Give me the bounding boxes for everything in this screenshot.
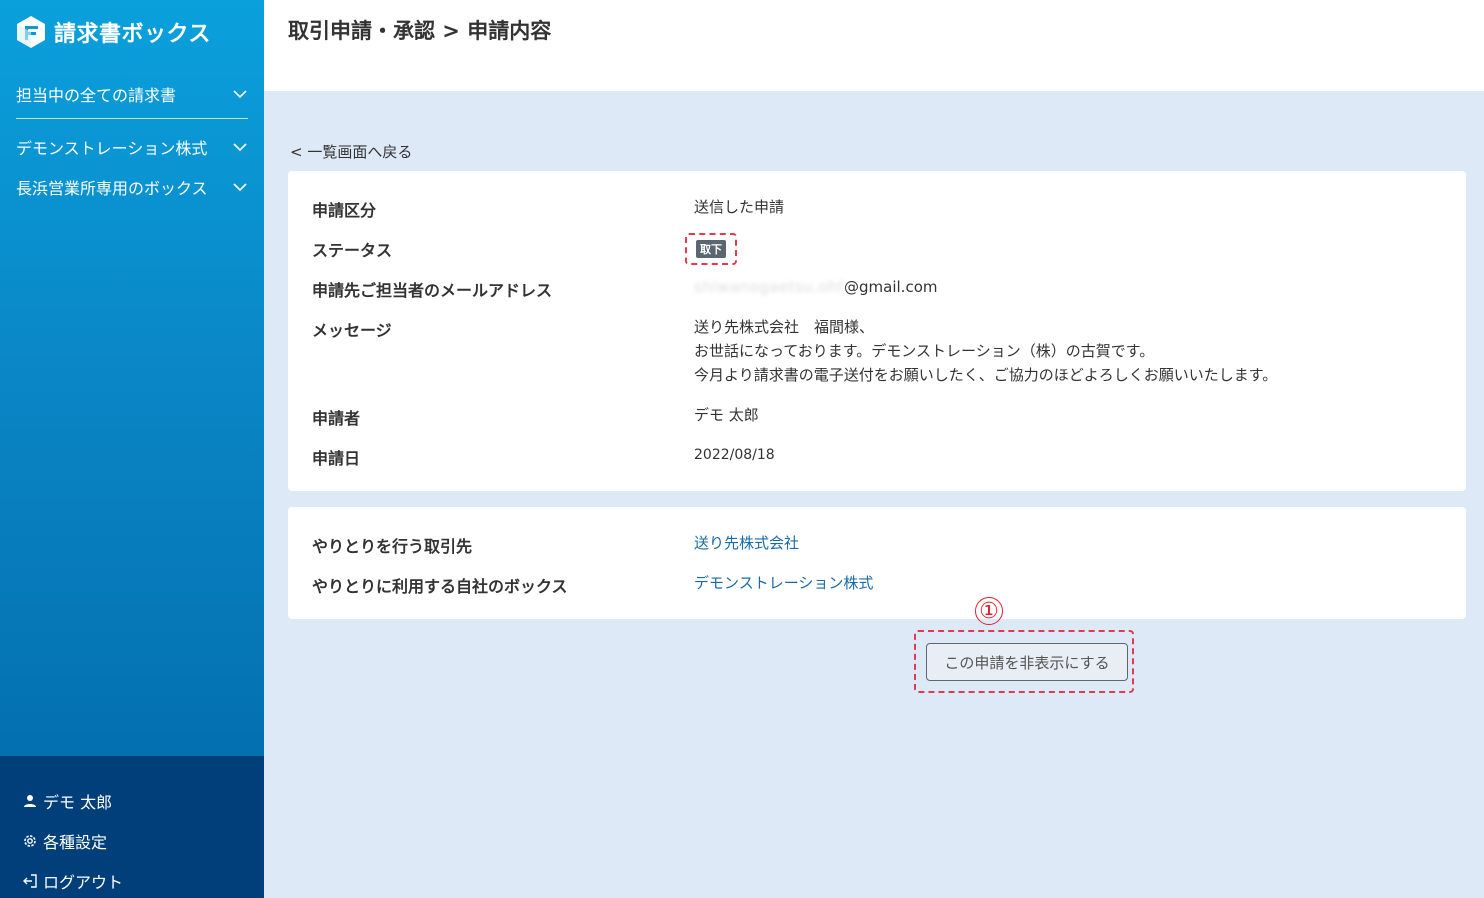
message-line: 送り先株式会社 福間様、 <box>694 318 875 336</box>
logout-link[interactable]: ログアウト <box>22 869 123 893</box>
logo-icon <box>17 16 45 48</box>
status-highlight: 取下 <box>685 233 737 265</box>
chevron-down-icon <box>233 143 247 152</box>
sidebar-item-label: デモンストレーション株式 <box>16 139 208 158</box>
user-menu[interactable]: デモ 太郎 <box>22 789 112 813</box>
app-logo[interactable]: 請求書ボックス <box>14 14 211 50</box>
page-header: 取引申請・承認 > 申請内容 <box>264 0 1484 91</box>
sidebar-item-label: 長浜営業所専用のボックス <box>16 179 208 198</box>
box-link[interactable]: デモンストレーション株式 <box>694 571 873 595</box>
partner-link[interactable]: 送り先株式会社 <box>694 531 799 555</box>
logout-label: ログアウト <box>43 873 124 892</box>
date-label: 申請日 <box>312 449 361 468</box>
user-icon <box>24 795 36 807</box>
settings-label: 各種設定 <box>43 833 108 852</box>
back-to-list-link[interactable]: < 一覧画面へ戻る <box>290 141 412 162</box>
applicant-value: デモ 太郎 <box>694 406 759 424</box>
application-details-card: 申請区分 送信した申請 ステータス 取下 申請先ご担当者のメールアドレス shi… <box>288 171 1466 491</box>
partner-label: やりとりを行う取引先 <box>312 537 473 556</box>
date-value: 2022/08/18 <box>694 447 775 463</box>
email-label: 申請先ご担当者のメールアドレス <box>312 281 553 300</box>
logout-icon <box>23 874 37 888</box>
annotation-marker: ① <box>975 597 1003 625</box>
message-line: お世話になっております。デモンストレーション（株）の古賀です。 <box>694 342 1155 360</box>
gear-icon <box>24 835 36 847</box>
category-label: 申請区分 <box>312 201 377 220</box>
page-title: 取引申請・承認 > 申請内容 <box>288 19 552 43</box>
sidebar-footer: デモ 太郎 各種設定 ログアウト <box>0 756 264 898</box>
hide-application-button[interactable]: この申請を非表示にする <box>926 643 1128 681</box>
partner-info-card: やりとりを行う取引先 送り先株式会社 やりとりに利用する自社のボックス デモンス… <box>288 507 1466 619</box>
chevron-down-icon <box>233 90 247 99</box>
sidebar-divider <box>16 118 248 119</box>
message-value: 送り先株式会社 福間様、 お世話になっております。デモンストレーション（株）の古… <box>694 315 1277 387</box>
status-label: ステータス <box>312 241 393 260</box>
sidebar-item-nagahama-box[interactable]: 長浜営業所専用のボックス <box>16 172 248 202</box>
status-badge: 取下 <box>696 240 726 258</box>
sidebar-item-all-invoices[interactable]: 担当中の全ての請求書 <box>16 79 248 109</box>
sidebar-item-demonstration[interactable]: デモンストレーション株式 <box>16 132 248 162</box>
box-label: やりとりに利用する自社のボックス <box>312 577 568 596</box>
user-name: デモ 太郎 <box>43 793 113 812</box>
category-value: 送信した申請 <box>694 198 785 216</box>
message-line: 今月より請求書の電子送付をお願いしたく、ご協力のほどよろしくお願いいたします。 <box>694 366 1278 384</box>
chevron-down-icon <box>233 183 247 192</box>
settings-link[interactable]: 各種設定 <box>22 829 107 853</box>
applicant-label: 申請者 <box>312 409 361 428</box>
sidebar-item-label: 担当中の全ての請求書 <box>16 86 177 105</box>
email-local-part-redacted: shiwanogaetsu.ohf <box>694 278 845 296</box>
app-title: 請求書ボックス <box>54 22 211 47</box>
email-domain: @gmail.com <box>844 278 938 296</box>
message-label: メッセージ <box>312 321 392 340</box>
sidebar: 請求書ボックス 担当中の全ての請求書 デモンストレーション株式 長浜営業所専用の… <box>0 0 264 898</box>
email-value: shiwanogaetsu.ohf@gmail.com <box>694 275 937 299</box>
